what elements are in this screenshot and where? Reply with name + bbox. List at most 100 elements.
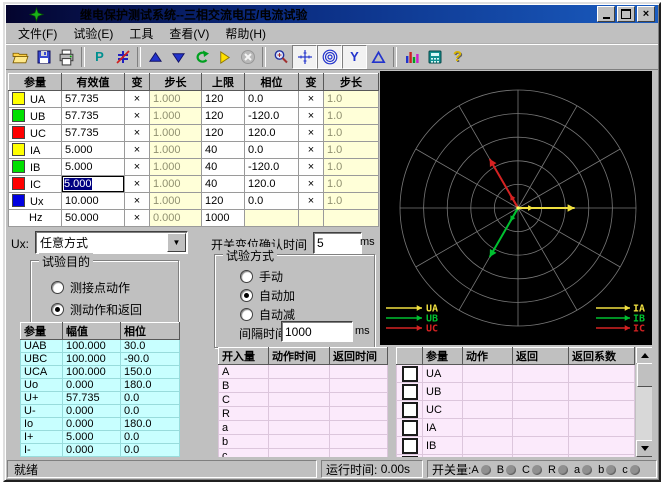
print-button[interactable] [55, 46, 78, 68]
menu-item-3[interactable]: 查看(V) [161, 23, 217, 44]
step-cell[interactable]: 1.0 [324, 159, 379, 176]
value-cell[interactable]: 5.000 [62, 176, 125, 193]
step-cell[interactable]: 1.000 [150, 176, 202, 193]
vary-toggle-cell[interactable] [299, 210, 324, 227]
checkbox[interactable] [402, 384, 418, 400]
confirm-time-input[interactable] [313, 232, 362, 254]
phase-cell[interactable]: -120.0 [245, 108, 299, 125]
chevron-down-icon[interactable]: ▼ [167, 233, 186, 252]
step-cell[interactable]: 1.0 [324, 193, 379, 210]
checkbox[interactable] [402, 366, 418, 382]
bar-chart-button[interactable] [400, 46, 423, 68]
vary-toggle-cell[interactable]: × [299, 142, 324, 159]
vary-toggle-cell[interactable]: × [299, 159, 324, 176]
checkbox[interactable] [402, 438, 418, 454]
mode-option-1[interactable]: 自动加 [240, 286, 374, 305]
step-cell[interactable]: 1.0 [324, 142, 379, 159]
checkbox[interactable] [402, 456, 418, 458]
value-cell[interactable]: 5.000 [62, 142, 125, 159]
step-cell[interactable]: 1.000 [150, 91, 202, 108]
vary-toggle-cell[interactable]: × [125, 193, 150, 210]
vary-toggle-cell[interactable]: × [125, 108, 150, 125]
menu-item-1[interactable]: 试验(E) [65, 23, 121, 44]
minimize-button[interactable] [597, 6, 615, 22]
step-cell[interactable]: 1.0 [324, 125, 379, 142]
value-cell[interactable]: 57.735 [62, 108, 125, 125]
save-button[interactable] [32, 46, 55, 68]
purpose-option-1[interactable]: 测动作和返回 [51, 298, 178, 320]
phase-cell[interactable]: 120.0 [245, 125, 299, 142]
open-folder-button[interactable] [9, 46, 32, 68]
step-down-button[interactable] [167, 46, 190, 68]
close-button[interactable]: × [637, 6, 655, 22]
vary-toggle-cell[interactable]: × [125, 210, 150, 227]
vary-toggle-cell[interactable]: × [125, 91, 150, 108]
scroll-up-button[interactable] [636, 347, 652, 364]
limit-cell[interactable]: 40 [202, 176, 245, 193]
limit-cell[interactable]: 120 [202, 91, 245, 108]
menu-item-2[interactable]: 工具 [121, 23, 161, 44]
vary-toggle-cell[interactable]: × [125, 159, 150, 176]
vary-toggle-cell[interactable]: × [299, 91, 324, 108]
vary-toggle-cell[interactable]: × [299, 176, 324, 193]
undo-button[interactable] [190, 46, 213, 68]
help-button[interactable]: ? [446, 46, 469, 68]
phase-cell[interactable]: 0.0 [245, 142, 299, 159]
limit-cell[interactable]: 40 [202, 159, 245, 176]
step-cell[interactable]: 1.000 [150, 159, 202, 176]
y-connection-button[interactable]: Y [342, 45, 367, 69]
phase-cell[interactable]: 120.0 [245, 176, 299, 193]
p-wave-button[interactable]: P [88, 46, 111, 68]
purpose-option-0[interactable]: 测接点动作 [51, 276, 178, 298]
limit-cell[interactable]: 40 [202, 142, 245, 159]
value-cell[interactable]: 10.000 [62, 193, 125, 210]
value-cell[interactable]: 57.735 [62, 91, 125, 108]
step-cell[interactable]: 1.000 [150, 108, 202, 125]
limit-cell[interactable]: 120 [202, 108, 245, 125]
vary-toggle-cell[interactable]: × [299, 108, 324, 125]
phase-cell[interactable]: 0.0 [245, 193, 299, 210]
step-cell[interactable]: 1.000 [150, 142, 202, 159]
scrollbar-thumb[interactable] [637, 363, 652, 387]
value-cell[interactable]: 5.000 [62, 159, 125, 176]
step-cell[interactable]: 1.000 [150, 125, 202, 142]
mode-option-0[interactable]: 手动 [240, 267, 374, 286]
step-cell[interactable]: 0.000 [150, 210, 202, 227]
vary-toggle-cell[interactable]: × [125, 142, 150, 159]
value-editbox[interactable]: 5.000 [62, 176, 124, 192]
step-cell[interactable]: 1.0 [324, 108, 379, 125]
phase-cell[interactable] [245, 210, 299, 227]
phase-cell[interactable]: -120.0 [245, 159, 299, 176]
start-test-button[interactable] [213, 46, 236, 68]
polar-rings-button[interactable] [317, 45, 342, 69]
value-cell[interactable]: 57.735 [62, 125, 125, 142]
step-up-button[interactable] [144, 46, 167, 68]
step-cell[interactable]: 1.0 [324, 176, 379, 193]
zoom-button[interactable] [269, 46, 292, 68]
stop-test-button[interactable] [236, 46, 259, 68]
checkbox[interactable] [402, 420, 418, 436]
vary-toggle-cell[interactable]: × [125, 125, 150, 142]
vary-toggle-cell[interactable]: × [125, 176, 150, 193]
limit-cell[interactable]: 120 [202, 193, 245, 210]
step-cell[interactable] [324, 210, 379, 227]
menu-item-0[interactable]: 文件(F) [10, 23, 65, 44]
menu-item-4[interactable]: 帮助(H) [217, 23, 274, 44]
scroll-down-button[interactable] [636, 440, 652, 457]
interval-input[interactable] [281, 321, 353, 342]
checkbox[interactable] [402, 402, 418, 418]
value-cell[interactable]: 50.000 [62, 210, 125, 227]
phase-cell[interactable]: 0.0 [245, 91, 299, 108]
ux-mode-select[interactable]: 任意方式 ▼ [35, 231, 188, 254]
step-cell[interactable]: 1.0 [324, 91, 379, 108]
vary-toggle-cell[interactable]: × [299, 193, 324, 210]
phase-shift-button[interactable] [111, 46, 134, 68]
calculator-button[interactable] [423, 46, 446, 68]
limit-cell[interactable]: 1000 [202, 210, 245, 227]
limit-cell[interactable]: 120 [202, 125, 245, 142]
maximize-button[interactable] [617, 6, 635, 22]
vary-toggle-cell[interactable]: × [299, 125, 324, 142]
delta-connection-button[interactable] [367, 46, 390, 68]
crosshair-axes-button[interactable] [292, 45, 317, 69]
step-cell[interactable]: 1.000 [150, 193, 202, 210]
